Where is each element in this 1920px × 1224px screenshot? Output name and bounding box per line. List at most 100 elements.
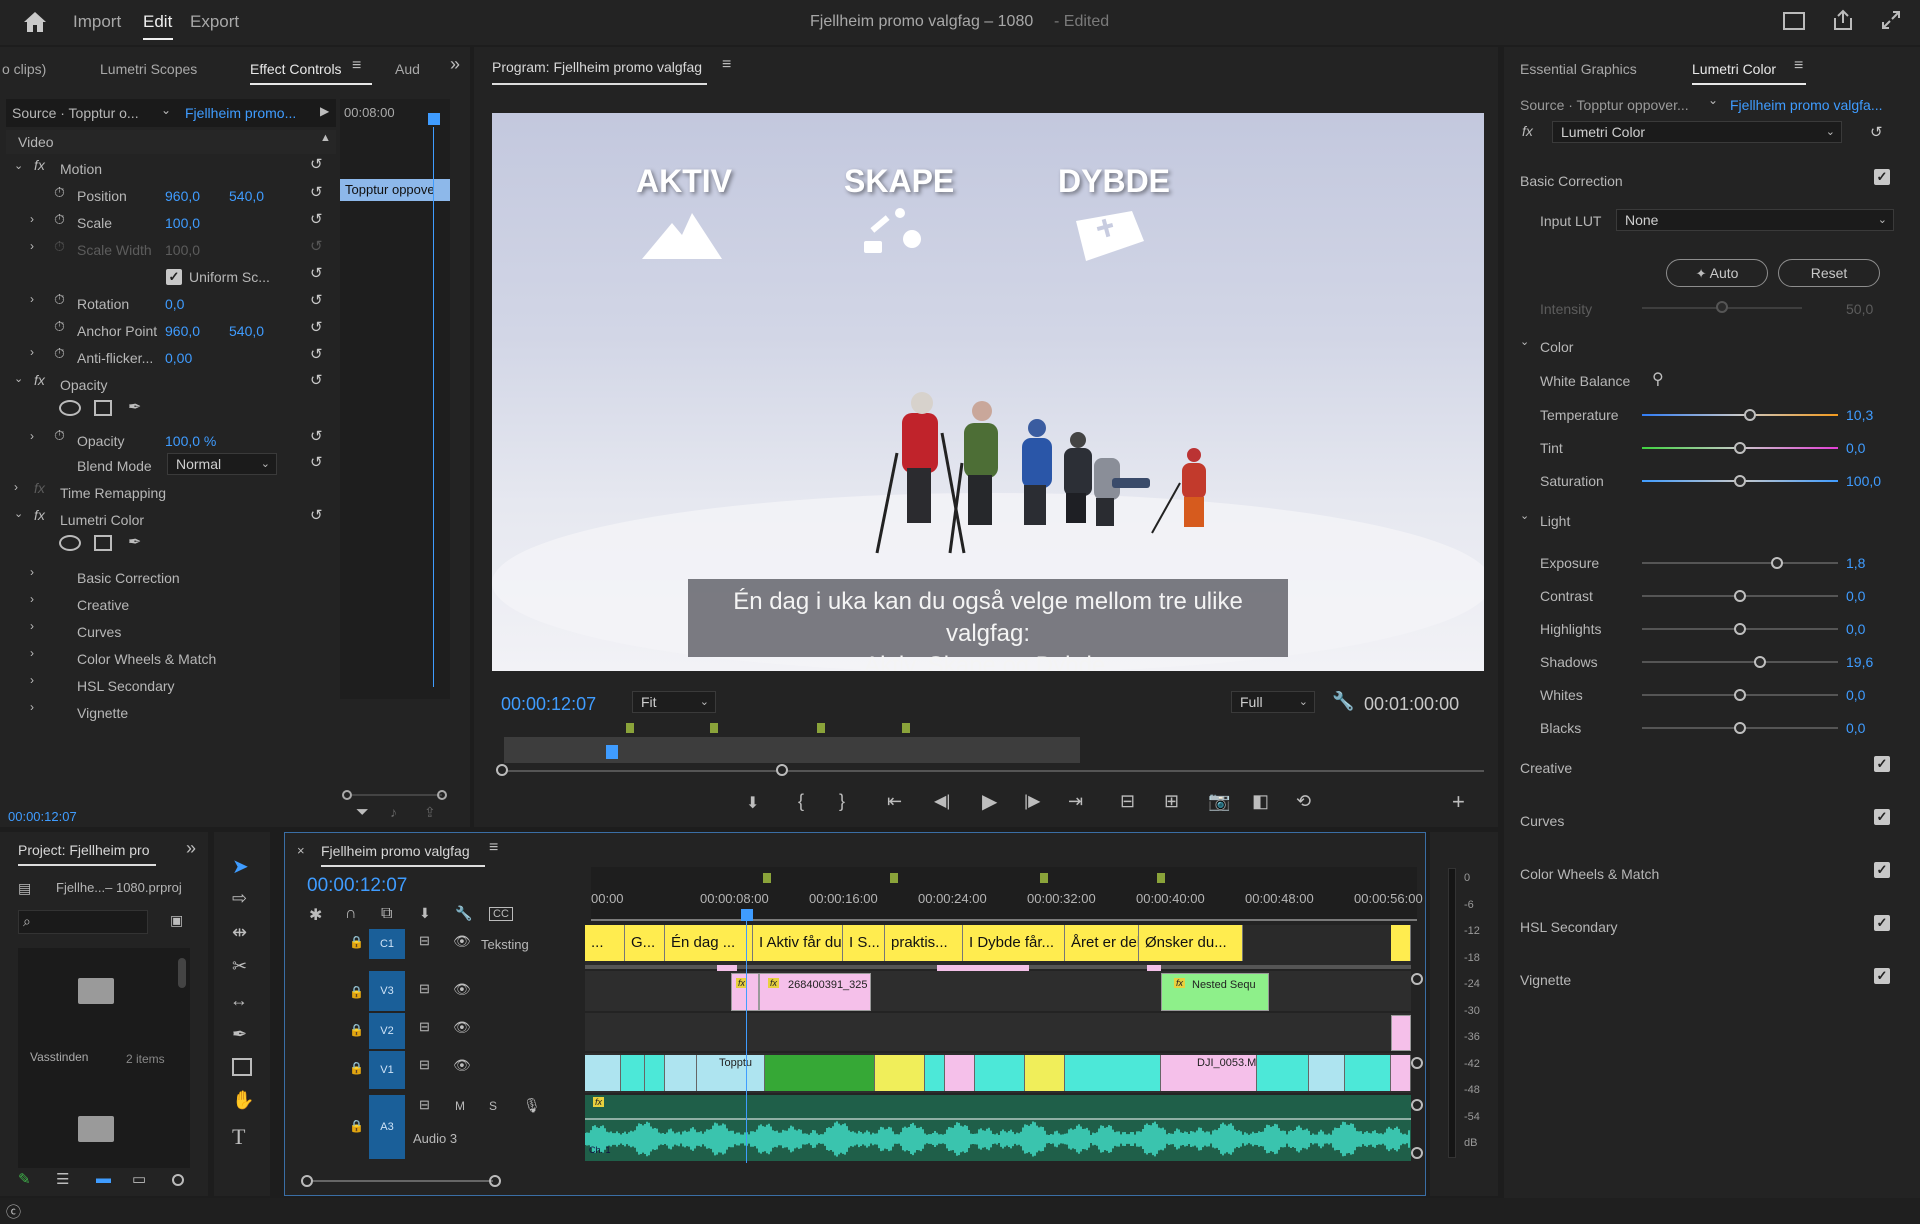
add-marker-icon[interactable]: ⬇ bbox=[419, 905, 431, 922]
basic-correction-checkbox[interactable]: ✓ bbox=[1874, 169, 1890, 185]
basic-correction-header[interactable]: Basic Correction bbox=[1520, 173, 1623, 189]
caption-clip[interactable]: ... bbox=[585, 925, 625, 961]
slider-knob[interactable] bbox=[1734, 475, 1746, 487]
expand-chevron-icon[interactable]: › bbox=[30, 345, 34, 359]
anchor-x-value[interactable]: 960,0 bbox=[165, 323, 200, 339]
uniform-scale-checkbox[interactable]: ✓ bbox=[166, 269, 182, 285]
lumetri-item[interactable]: Creative bbox=[77, 597, 129, 613]
slider-value[interactable]: 1,8 bbox=[1846, 555, 1865, 571]
v1-clip[interactable] bbox=[665, 1055, 697, 1091]
v3-clip-pink-1[interactable]: fx bbox=[731, 973, 759, 1011]
anti-flicker-value[interactable]: 0,00 bbox=[165, 350, 192, 366]
expand-chevron-icon[interactable]: › bbox=[30, 565, 34, 579]
lock-icon[interactable]: 🔒 bbox=[349, 1119, 364, 1133]
quality-dropdown[interactable]: Full ⌄ bbox=[1231, 691, 1315, 713]
rotation-value[interactable]: 0,0 bbox=[165, 296, 184, 312]
program-scrubber[interactable] bbox=[504, 737, 1080, 763]
time-remapping-label[interactable]: Time Remapping bbox=[60, 485, 166, 501]
effect-dropdown[interactable]: Lumetri Color ⌄ bbox=[1552, 121, 1842, 143]
slider-value[interactable]: 0,0 bbox=[1846, 687, 1865, 703]
scroll-handle-left[interactable] bbox=[342, 790, 352, 800]
microphone-icon[interactable]: 🎙 bbox=[523, 1097, 541, 1114]
position-y-value[interactable]: 540,0 bbox=[229, 188, 264, 204]
share-icon[interactable] bbox=[1832, 9, 1854, 31]
slider-value[interactable]: 100,0 bbox=[1846, 473, 1881, 489]
caption-clip[interactable]: G... bbox=[625, 925, 665, 961]
input-lut-dropdown[interactable]: None ⌄ bbox=[1616, 209, 1894, 231]
lumetri-item[interactable]: Vignette bbox=[77, 705, 128, 721]
slip-tool-icon[interactable]: ↔ bbox=[230, 990, 248, 1011]
nav-edit[interactable]: Edit bbox=[143, 12, 172, 32]
list-view-icon[interactable]: ☰ bbox=[56, 1170, 69, 1188]
lift-icon[interactable]: ⊟ bbox=[1120, 791, 1135, 812]
expand-chevron-icon[interactable]: › bbox=[30, 429, 34, 443]
chevron-down-icon[interactable]: ⌄ bbox=[161, 103, 171, 117]
tab-clips[interactable]: o clips) bbox=[2, 61, 46, 77]
zoom-bar[interactable] bbox=[504, 770, 1484, 772]
lock-icon[interactable]: 🔒 bbox=[349, 935, 364, 949]
solo-button[interactable]: S bbox=[489, 1099, 497, 1113]
slider-value[interactable]: 0,0 bbox=[1846, 621, 1865, 637]
fit-dropdown[interactable]: Fit ⌄ bbox=[632, 691, 716, 713]
reset-icon[interactable]: ↺ bbox=[310, 345, 323, 363]
expand-chevron-icon[interactable]: ⌄ bbox=[14, 159, 23, 172]
camera-icon[interactable]: 📷 bbox=[1208, 791, 1230, 812]
track-a3-badge[interactable]: A3 bbox=[369, 1095, 405, 1159]
mark-in-icon[interactable]: { bbox=[798, 791, 804, 812]
v1-clip[interactable] bbox=[1345, 1055, 1391, 1091]
eye-icon[interactable]: 👁 bbox=[453, 933, 471, 950]
vertical-scroll-handle[interactable] bbox=[1411, 973, 1423, 985]
tab-audio[interactable]: Aud bbox=[395, 61, 420, 77]
work-area-bar[interactable] bbox=[591, 919, 1417, 921]
extract-icon[interactable]: ⊞ bbox=[1164, 791, 1179, 812]
hand-tool-icon[interactable]: ✋ bbox=[232, 1090, 254, 1111]
lock-icon[interactable]: 🔒 bbox=[349, 1023, 364, 1037]
stopwatch-icon[interactable]: ⏱ bbox=[54, 318, 65, 335]
caption-clip[interactable]: Året er del... bbox=[1065, 925, 1139, 961]
scale-value[interactable]: 100,0 bbox=[165, 215, 200, 231]
section-enabled-checkbox[interactable]: ✓ bbox=[1874, 809, 1890, 825]
expand-chevron-icon[interactable]: ⌄ bbox=[14, 507, 23, 520]
mute-button[interactable]: M bbox=[455, 1099, 465, 1113]
light-header[interactable]: Light bbox=[1540, 513, 1570, 529]
caption-clip[interactable]: praktis... bbox=[885, 925, 963, 961]
loop-icon[interactable]: ⟲ bbox=[1296, 791, 1311, 812]
marker[interactable] bbox=[1040, 873, 1048, 883]
project-search-input[interactable]: ⌕ bbox=[18, 910, 148, 934]
creative-cloud-icon[interactable]: ⓒ bbox=[6, 1201, 21, 1222]
mini-playhead-marker[interactable] bbox=[428, 113, 440, 125]
v1-clip[interactable] bbox=[1391, 1055, 1411, 1091]
reset-icon[interactable]: ↺ bbox=[310, 291, 323, 309]
overflow-chevron-icon[interactable]: » bbox=[450, 54, 460, 75]
slider-knob[interactable] bbox=[1753, 656, 1766, 668]
collapse-up-icon[interactable]: ▲ bbox=[320, 132, 331, 144]
rectangle-tool-icon[interactable] bbox=[232, 1058, 252, 1076]
caption-clip[interactable]: I Aktiv får du... bbox=[753, 925, 843, 961]
collapse-chevron-icon[interactable]: ⌄ bbox=[1520, 335, 1529, 348]
pen-mask-icon[interactable]: ✒ bbox=[128, 397, 141, 417]
ellipse-mask-icon[interactable] bbox=[59, 400, 81, 416]
track-output-icon[interactable]: ⊟ bbox=[419, 981, 430, 997]
tab-effect-controls[interactable]: Effect Controls bbox=[250, 61, 371, 85]
reset-icon[interactable]: ↺ bbox=[310, 453, 323, 471]
track-v1-badge[interactable]: V1 bbox=[369, 1051, 405, 1089]
reset-icon[interactable]: ↺ bbox=[310, 427, 323, 445]
v1-clip[interactable] bbox=[645, 1055, 665, 1091]
fullscreen-icon[interactable] bbox=[1880, 9, 1902, 31]
reset-icon[interactable]: ↺ bbox=[310, 371, 323, 389]
slider-knob[interactable] bbox=[1771, 557, 1784, 569]
vertical-scroll-handle[interactable] bbox=[1411, 1099, 1423, 1111]
slider-value[interactable]: 0,0 bbox=[1846, 440, 1865, 456]
step-forward-icon[interactable]: |▶ bbox=[1024, 791, 1040, 811]
tab-lumetri-color[interactable]: Lumetri Color bbox=[1692, 61, 1807, 85]
mark-out-icon[interactable]: } bbox=[839, 791, 845, 812]
icon-view-icon[interactable]: ▬ bbox=[96, 1170, 111, 1187]
zoom-handle-left[interactable] bbox=[496, 764, 508, 776]
pencil-icon[interactable]: ✎ bbox=[18, 1170, 31, 1188]
lumetri-sequence-label[interactable]: Fjellheim promo valgfa... bbox=[1730, 97, 1883, 113]
caption-clip[interactable]: I Dybde får... bbox=[963, 925, 1065, 961]
play-icon[interactable]: ▶ bbox=[982, 789, 997, 814]
lumetri-item[interactable]: HSL Secondary bbox=[77, 678, 175, 694]
expand-chevron-icon[interactable]: ⌄ bbox=[14, 372, 23, 385]
reset-icon[interactable]: ↺ bbox=[310, 155, 323, 173]
